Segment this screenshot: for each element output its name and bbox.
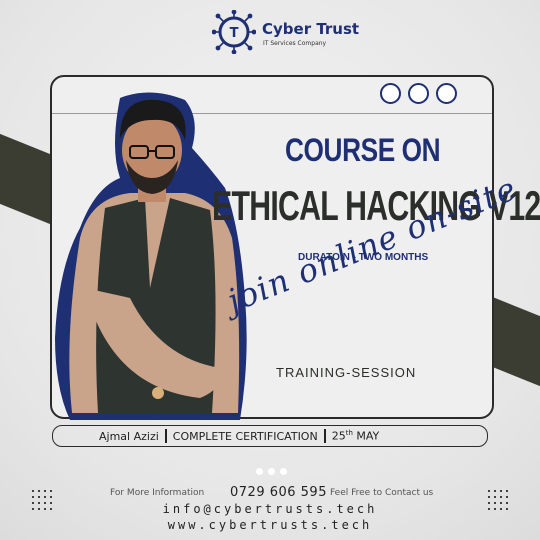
start-date: 25th MAY <box>332 429 380 443</box>
dot <box>268 468 275 475</box>
divider <box>164 429 167 443</box>
instructor-photo <box>55 92 247 420</box>
divider <box>323 429 326 443</box>
date-month: MAY <box>356 429 380 443</box>
window-circle-icon <box>380 83 401 104</box>
training-session-label: TRAINING-SESSION <box>276 365 417 380</box>
dot <box>256 468 263 475</box>
date-suffix: th <box>345 429 353 438</box>
info-bar: Ajmal Azizi COMPLETE CERTIFICATION 25th … <box>52 425 488 447</box>
more-info-label: For More Information <box>110 488 205 498</box>
brand-header: T Cyber Trust IT Services Company <box>212 10 359 56</box>
brand-name: Cyber Trust <box>262 20 360 38</box>
phone-number[interactable]: 0729 606 595 <box>230 485 327 500</box>
date-day: 25 <box>331 429 346 443</box>
brand-tagline: IT Services Company <box>263 40 327 47</box>
circuit-t-logo-icon: T <box>212 10 256 54</box>
email-link[interactable]: info@cybertrusts.tech <box>0 502 540 516</box>
instructor-name: Ajmal Azizi <box>99 429 159 443</box>
certification-label: COMPLETE CERTIFICATION <box>172 429 318 443</box>
website-link[interactable]: www.cybertrusts.tech <box>0 518 540 532</box>
window-circle-icon <box>436 83 457 104</box>
contact-prompt: Feel Free to Contact us <box>330 488 434 498</box>
dot <box>280 468 287 475</box>
window-circle-icon <box>408 83 429 104</box>
headline-course-on: COURSE ON <box>285 132 441 168</box>
course-poster: T Cyber Trust IT Services Company COURSE… <box>0 0 540 540</box>
svg-text:T: T <box>230 26 239 41</box>
pagination-dots <box>256 468 287 475</box>
